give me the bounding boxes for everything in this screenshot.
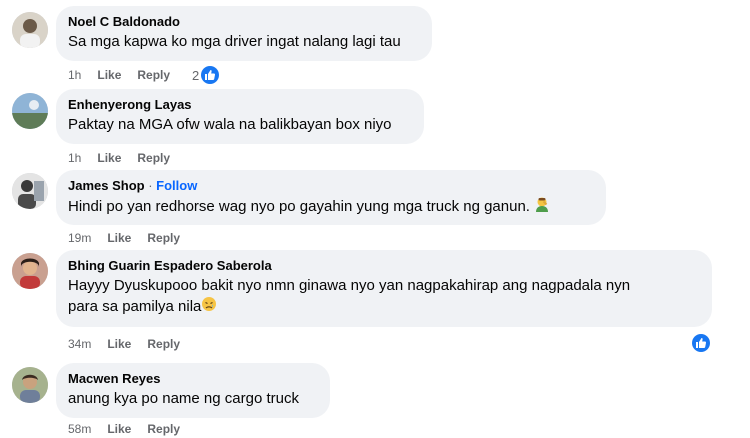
comment-author-row: James Shop · Follow bbox=[68, 177, 594, 194]
comment-time[interactable]: 19m bbox=[68, 230, 91, 246]
comment-text-row: Hindi po yan redhorse wag nyo po gayahin… bbox=[68, 196, 594, 218]
comment-text: Hindi po yan redhorse wag nyo po gayahin… bbox=[68, 197, 530, 215]
reaction-summary[interactable] bbox=[692, 334, 710, 352]
comment-author[interactable]: Enhenyerong Layas bbox=[68, 96, 412, 113]
comment-actions: 19m Like Reply bbox=[68, 230, 196, 246]
comment-author[interactable]: Noel C Baldonado bbox=[68, 13, 420, 30]
sad-face-emoji bbox=[201, 296, 217, 318]
reply-button[interactable]: Reply bbox=[147, 230, 180, 246]
comment-actions: 58m Like Reply bbox=[68, 421, 196, 437]
like-button[interactable]: Like bbox=[97, 150, 121, 166]
comment-time[interactable]: 58m bbox=[68, 421, 91, 437]
comment-bubble: James Shop · Follow Hindi po yan redhors… bbox=[56, 170, 606, 225]
comment-actions: 34m Like Reply bbox=[68, 336, 196, 352]
comment-author[interactable]: Macwen Reyes bbox=[68, 370, 318, 387]
like-button[interactable]: Like bbox=[107, 230, 131, 246]
like-button[interactable]: Like bbox=[107, 421, 131, 437]
comment-time[interactable]: 1h bbox=[68, 67, 81, 83]
comment-author[interactable]: James Shop bbox=[68, 178, 145, 193]
reaction-summary[interactable]: 2 bbox=[192, 66, 220, 84]
reply-button[interactable]: Reply bbox=[137, 67, 170, 83]
separator-dot: · bbox=[144, 178, 157, 193]
reaction-count: 2 bbox=[192, 67, 200, 83]
comment-text: Sa mga kapwa ko mga driver ingat nalang … bbox=[68, 33, 401, 50]
comment-bubble: Enhenyerong Layas Paktay na MGA ofw wala… bbox=[56, 89, 424, 144]
comment-text: Hayyy Dyuskupooo bakit nyo nmn ginawa ny… bbox=[68, 277, 631, 315]
comment-bubble: Bhing Guarin Espadero Saberola Hayyy Dyu… bbox=[56, 250, 712, 327]
avatar[interactable] bbox=[12, 253, 48, 289]
comment-text: anung kya po name ng cargo truck bbox=[68, 390, 299, 407]
reply-button[interactable]: Reply bbox=[137, 150, 170, 166]
like-icon bbox=[692, 334, 710, 352]
like-button[interactable]: Like bbox=[97, 67, 121, 83]
comment-author[interactable]: Bhing Guarin Espadero Saberola bbox=[68, 257, 700, 274]
comment-actions: 1h Like Reply bbox=[68, 67, 186, 83]
reply-button[interactable]: Reply bbox=[147, 421, 180, 437]
like-button[interactable]: Like bbox=[107, 336, 131, 352]
comment-text-row: Hayyy Dyuskupooo bakit nyo nmn ginawa ny… bbox=[68, 276, 700, 318]
avatar[interactable] bbox=[12, 173, 48, 209]
avatar[interactable] bbox=[12, 93, 48, 129]
comment-bubble: Macwen Reyes anung kya po name ng cargo … bbox=[56, 363, 330, 418]
comment-bubble: Noel C Baldonado Sa mga kapwa ko mga dri… bbox=[56, 6, 432, 61]
follow-button[interactable]: Follow bbox=[156, 178, 197, 193]
like-icon bbox=[201, 66, 220, 84]
comment-actions: 1h Like Reply bbox=[68, 150, 186, 166]
reply-button[interactable]: Reply bbox=[147, 336, 180, 352]
comment-time[interactable]: 1h bbox=[68, 150, 81, 166]
person-facepalming-emoji bbox=[534, 196, 550, 218]
comment-text: Paktay na MGA ofw wala na balikbayan box… bbox=[68, 116, 392, 133]
avatar[interactable] bbox=[12, 367, 48, 403]
comment-time[interactable]: 34m bbox=[68, 336, 91, 352]
avatar[interactable] bbox=[12, 12, 48, 48]
